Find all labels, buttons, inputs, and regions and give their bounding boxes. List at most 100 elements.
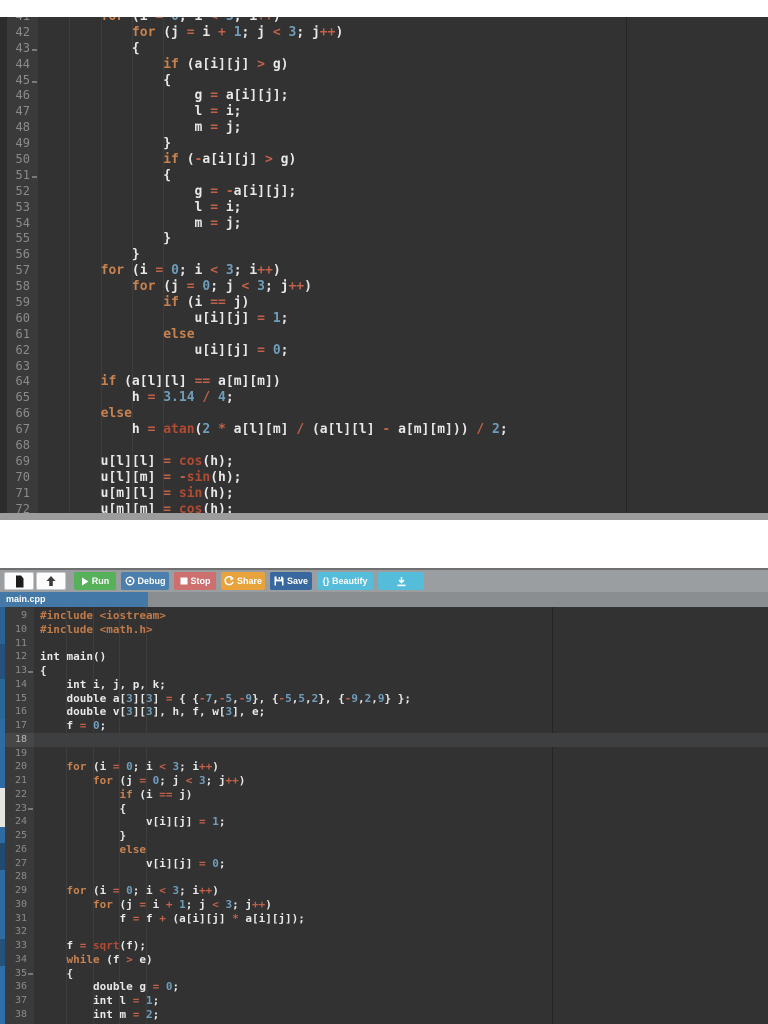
line-number[interactable]: 18 — [0, 732, 34, 747]
code-line[interactable] — [38, 359, 768, 375]
code-line[interactable]: { — [38, 73, 768, 89]
code-line[interactable]: for (i = 0; i < 3; i++) — [38, 263, 768, 279]
line-number[interactable]: 32 — [0, 925, 34, 939]
code-line[interactable]: for (j = i + 1; j < 3; j++) — [40, 898, 768, 912]
code-line[interactable]: h = atan(2 * a[l][m] / (a[l][l] - a[m][m… — [38, 422, 768, 438]
code-line[interactable] — [40, 925, 768, 939]
fold-marker-icon[interactable] — [32, 48, 37, 51]
fold-marker-icon[interactable] — [32, 80, 37, 83]
code-line[interactable]: u[l][l] = cos(h); — [38, 454, 768, 470]
code-line[interactable]: if (i == j) — [38, 295, 768, 311]
fold-marker-icon[interactable] — [32, 175, 37, 178]
code-line[interactable]: } — [38, 231, 768, 247]
share-button[interactable]: Share — [221, 572, 265, 590]
code-line[interactable]: v[i][j] = 0; — [40, 857, 768, 871]
line-number[interactable]: 38 — [0, 1008, 34, 1022]
code-line[interactable]: int i, j, p, k; — [40, 678, 768, 692]
line-number[interactable]: 26 — [0, 843, 34, 857]
code-line[interactable]: if (-a[i][j] > g) — [38, 152, 768, 168]
code-line[interactable]: { — [40, 967, 768, 981]
code-line[interactable]: if (a[l][l] == a[m][m]) — [38, 374, 768, 390]
line-number[interactable]: 17 — [0, 719, 34, 733]
code-line[interactable]: for (i = 0; i < 3; i++) — [38, 17, 768, 25]
line-number[interactable]: 11 — [0, 637, 34, 651]
save-button[interactable]: Save — [270, 572, 312, 590]
code-line[interactable]: f = sqrt(f); — [40, 939, 768, 953]
line-number[interactable]: 28 — [0, 870, 34, 884]
fold-marker-icon[interactable] — [28, 973, 33, 976]
code-line[interactable]: double v[3][3], h, f, w[3], e; — [40, 705, 768, 719]
code-line[interactable]: #include <iostream> — [40, 609, 768, 623]
upload-button[interactable] — [36, 572, 66, 590]
line-number[interactable]: 25 — [0, 829, 34, 843]
code-line[interactable]: } — [38, 247, 768, 263]
line-number[interactable]: 35 — [0, 967, 34, 981]
code-line[interactable]: else — [38, 406, 768, 422]
line-number[interactable]: 21 — [0, 774, 34, 788]
code-line[interactable]: double a[3][3] = { {-7,-5,-9}, {-5,5,2},… — [40, 692, 768, 706]
line-number[interactable]: 30 — [0, 898, 34, 912]
code-line[interactable]: } — [38, 136, 768, 152]
line-number[interactable]: 15 — [0, 692, 34, 706]
line-number[interactable]: 13 — [0, 664, 34, 678]
line-number[interactable]: 19 — [0, 747, 34, 761]
code-area[interactable]: #include <iostream> #include <math.h> int … — [40, 607, 768, 1024]
code-line[interactable]: f = f + (a[i][j] * a[i][j]); — [40, 912, 768, 926]
code-line[interactable]: int main() — [40, 650, 768, 664]
code-line[interactable]: for (i = 0; i < 3; i++) — [40, 884, 768, 898]
line-number[interactable]: 31 — [0, 912, 34, 926]
line-number[interactable]: 29 — [0, 884, 34, 898]
line-number[interactable]: 20 — [0, 760, 34, 774]
code-line[interactable]: int m = 2; — [40, 1008, 768, 1022]
beautify-button[interactable]: {} Beautify — [317, 572, 373, 590]
code-line[interactable]: g = a[i][j]; — [38, 88, 768, 104]
code-line[interactable]: u[i][j] = 0; — [38, 343, 768, 359]
line-number[interactable]: 22 — [0, 788, 34, 802]
code-line[interactable]: #include <math.h> — [40, 623, 768, 637]
line-number[interactable]: 36 — [0, 980, 34, 994]
code-line[interactable]: h = 3.14 / 4; — [38, 390, 768, 406]
line-number[interactable]: 16 — [0, 705, 34, 719]
code-line[interactable]: if (i == j) — [40, 788, 768, 802]
code-line[interactable]: for (j = 0; j < 3; j++) — [40, 774, 768, 788]
code-line[interactable]: m = j; — [38, 216, 768, 232]
new-file-button[interactable] — [4, 572, 34, 590]
code-line[interactable]: if (a[i][j] > g) — [38, 57, 768, 73]
line-number[interactable]: 9 — [0, 609, 34, 623]
code-line[interactable]: f = 0; — [40, 719, 768, 733]
code-line[interactable]: else — [40, 843, 768, 857]
code-line[interactable]: u[m][m] = cos(h); — [38, 502, 768, 513]
code-line[interactable]: while (f > e) — [40, 953, 768, 967]
code-area[interactable]: for (i = 0; i < 3; i++) for (j = i + 1; … — [38, 17, 768, 513]
code-line[interactable] — [40, 747, 768, 761]
code-line[interactable] — [40, 637, 768, 651]
code-line[interactable]: l = i; — [38, 200, 768, 216]
code-line[interactable]: for (i = 0; i < 3; i++) — [40, 760, 768, 774]
line-number[interactable]: 10 — [0, 623, 34, 637]
line-number[interactable]: 12 — [0, 650, 34, 664]
run-button[interactable]: Run — [74, 572, 116, 590]
line-number[interactable]: 23 — [0, 802, 34, 816]
download-button[interactable] — [378, 572, 424, 590]
line-number[interactable]: 37 — [0, 994, 34, 1008]
fold-marker-icon[interactable] — [28, 670, 33, 673]
code-line[interactable]: for (j = i + 1; j < 3; j++) — [38, 25, 768, 41]
code-line[interactable]: else — [38, 327, 768, 343]
code-line[interactable]: } — [40, 829, 768, 843]
code-line[interactable]: { — [38, 41, 768, 57]
code-line[interactable]: u[m][l] = sin(h); — [38, 486, 768, 502]
line-number[interactable]: 33 — [0, 939, 34, 953]
code-line[interactable]: v[i][j] = 1; — [40, 815, 768, 829]
code-line[interactable]: m = j; — [38, 120, 768, 136]
code-line[interactable]: int l = 1; — [40, 994, 768, 1008]
code-line[interactable]: double g = 0; — [40, 980, 768, 994]
fold-marker-icon[interactable] — [28, 808, 33, 811]
editor-top[interactable]: 4142434445464748495051525354555657585960… — [0, 17, 768, 513]
code-line[interactable]: u[i][j] = 1; — [38, 311, 768, 327]
stop-button[interactable]: Stop — [174, 572, 216, 590]
line-number[interactable]: 14 — [0, 678, 34, 692]
line-number[interactable]: 24 — [0, 815, 34, 829]
code-line[interactable] — [40, 870, 768, 884]
code-line[interactable] — [38, 438, 768, 454]
code-line[interactable]: u[l][m] = -sin(h); — [38, 470, 768, 486]
